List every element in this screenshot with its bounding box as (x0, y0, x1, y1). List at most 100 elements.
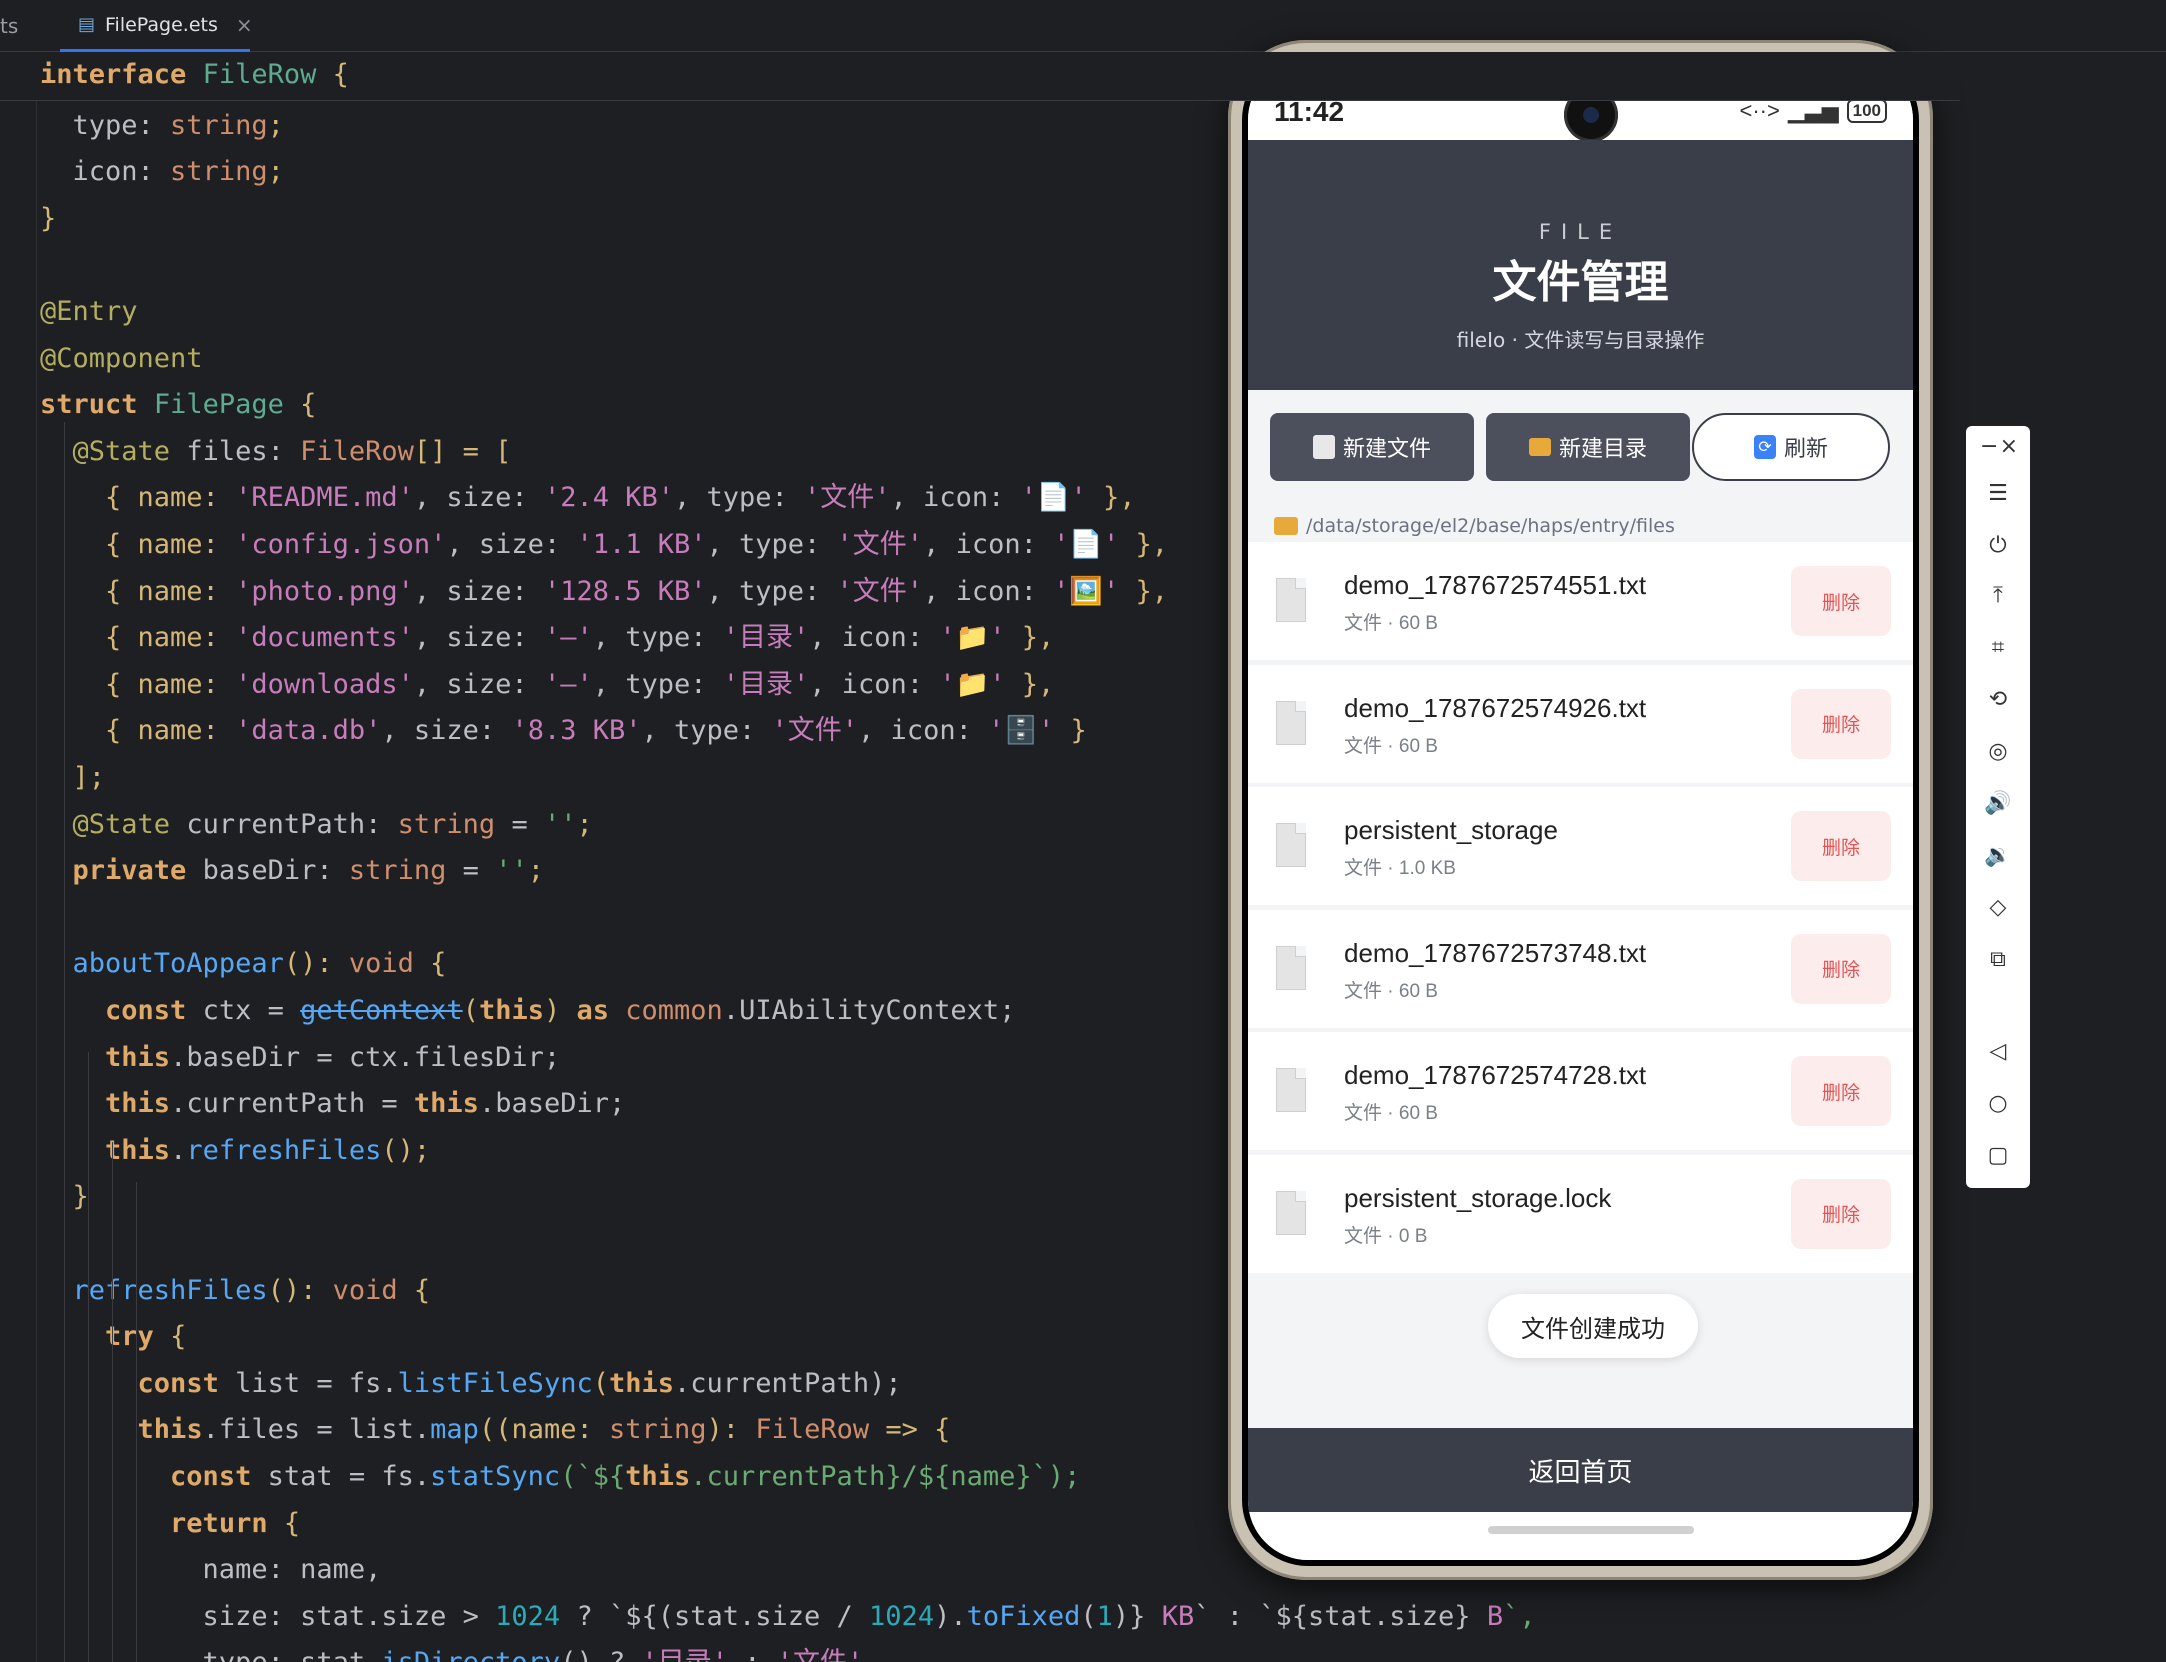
new-folder-button[interactable]: 新建目录 (1486, 413, 1690, 481)
home-indicator[interactable] (1488, 1526, 1694, 1534)
file-name: demo_1787672573748.txt (1344, 937, 1647, 968)
new-file-button[interactable]: 新建文件 (1270, 413, 1474, 481)
network-icon: <··> (1739, 98, 1780, 123)
power-icon[interactable]: ⏻ (1982, 530, 2014, 562)
current-path: /data/storage/el2/base/haps/entry/files (1274, 515, 1675, 537)
previous-tab-fragment[interactable]: ts (0, 14, 18, 38)
file-icon (1276, 1068, 1306, 1112)
action-bar: 新建文件 新建目录 ⟳ 刷新 (1248, 390, 1913, 496)
shake-icon[interactable]: ◇ (1982, 892, 2014, 924)
home-nav-icon[interactable]: ○ (1982, 1088, 2014, 1120)
file-meta: 文件 · 60 B (1344, 735, 1438, 757)
new-file-label: 新建文件 (1342, 437, 1431, 462)
code-line-21: this.baseDir = ctx.filesDir; (105, 1041, 561, 1073)
code-line-16: @State currentPath: string = ''; (72, 808, 593, 840)
file-name: demo_1787672574728.txt (1344, 1060, 1647, 1090)
delete-button[interactable]: 删除 (1791, 688, 1891, 759)
file-icon (1276, 823, 1306, 867)
file-name: persistent_storage.lock (1344, 1182, 1612, 1213)
file-icon (1276, 578, 1306, 622)
delete-button[interactable]: 删除 (1791, 933, 1891, 1004)
gesture-area (1248, 1512, 1913, 1560)
code-line-15: ]; (40, 762, 106, 793)
gutter-divider (36, 52, 37, 1662)
delete-button[interactable]: 删除 (1791, 566, 1891, 636)
file-icon (1276, 700, 1306, 745)
file-row[interactable]: persistent_storage.lock 文件 · 0 B 删除 (1248, 1154, 1913, 1273)
code-line-32: name: name, (40, 1554, 382, 1586)
delete-button[interactable]: 删除 (1791, 1178, 1891, 1249)
menu-icon[interactable]: ☰ (1982, 478, 2014, 510)
code-line-3: } (40, 202, 57, 234)
file-row[interactable]: demo_1787672574551.txt 文件 · 60 B 删除 (1248, 542, 1913, 660)
code-line-26: refreshFiles(): void { (72, 1274, 431, 1306)
volume-up-icon[interactable]: 🔊 (1982, 788, 2014, 820)
code-line-23: this.refreshFiles(); (105, 1134, 431, 1166)
back-nav-icon[interactable]: ◁ (1982, 1036, 2014, 1068)
file-row[interactable]: demo_1787672573748.txt 文件 · 60 B 删除 (1248, 909, 1913, 1028)
code-line-7: struct FilePage { (40, 389, 317, 421)
indent-guide (88, 1052, 89, 1662)
file-icon (1312, 435, 1335, 459)
code-line-6: @Component (40, 342, 203, 374)
rotate-icon[interactable]: ⟲ (1982, 684, 2014, 716)
code-line-8: @State files: FileRow[] = [ (72, 435, 512, 467)
file-row[interactable]: persistent_storage 文件 · 1.0 KB 删除 (1248, 787, 1913, 905)
close-icon[interactable]: × (2000, 434, 2018, 459)
code-line-19: aboutToAppear(): void { (72, 948, 447, 980)
screenshot-icon[interactable]: ⧉ (1982, 944, 2014, 976)
file-row[interactable]: demo_1787672574728.txt 文件 · 60 B 删除 (1248, 1032, 1913, 1150)
delete-button[interactable]: 删除 (1791, 1056, 1891, 1126)
code-line-1: type: string; (40, 109, 284, 141)
code-line-27: try { (105, 1321, 187, 1353)
volume-down-icon[interactable]: 🔉 (1982, 840, 2014, 872)
code-line-29: this.files = list.map((name: string): Fi… (137, 1414, 951, 1446)
tab-close-icon[interactable]: × (236, 13, 253, 37)
pin-top-icon[interactable]: ⤒ (1982, 580, 2014, 612)
ets-file-icon: ▤ (78, 13, 96, 35)
delete-button[interactable]: 删除 (1791, 811, 1891, 881)
code-line-31: return { (170, 1507, 301, 1539)
file-icon (1276, 945, 1306, 990)
file-name: demo_1787672574551.txt (1344, 570, 1647, 600)
code-line-33: size: stat.size > 1024 ? `${(stat.size /… (40, 1600, 1536, 1632)
refresh-icon: ⟳ (1753, 435, 1776, 459)
toolbar-window-controls: − × (1966, 434, 2030, 462)
code-line-9: { name: 'README.md', size: '2.4 KB', typ… (40, 482, 1136, 514)
code-line-17: private baseDir: string = ''; (72, 855, 544, 887)
signal-bars-icon: ▁▃▅ (1787, 98, 1839, 123)
code-line-sticky: interface FileRow { (40, 59, 349, 90)
open-folder-icon (1274, 517, 1298, 535)
file-name: persistent_storage (1344, 815, 1558, 845)
page-title: 文件管理 (1492, 257, 1669, 308)
new-folder-label: 新建目录 (1558, 437, 1647, 462)
tab-filepage[interactable]: ▤ FilePage.ets × (60, 0, 253, 52)
sticky-scroll-header[interactable]: interface FileRow { (0, 52, 1960, 101)
phone-screen: 11:42 <··> ▁▃▅ 100 FILE 文件管理 fileIo · 文件… (1242, 54, 1919, 1566)
folder-icon (1528, 438, 1551, 456)
code-line-34: type: stat.isDirectory() ? '目录' : '文件', (40, 1640, 880, 1662)
crop-icon[interactable]: ⌗ (1982, 632, 2014, 664)
phone-emulator: 11:42 <··> ▁▃▅ 100 FILE 文件管理 fileIo · 文件… (1228, 40, 1933, 1580)
file-row[interactable]: demo_1787672574926.txt 文件 · 60 B 删除 (1248, 664, 1913, 783)
current-path-text: /data/storage/el2/base/haps/entry/files (1306, 515, 1675, 537)
code-line-10: { name: 'config.json', size: '1.1 KB', t… (40, 529, 1169, 560)
code-line-20: const ctx = getContext(this) as common.U… (105, 995, 1016, 1026)
file-meta: 文件 · 60 B (1344, 613, 1438, 634)
emulator-toolbar: − × ☰ ⏻ ⤒ ⌗ ⟲ ◎ 🔊 🔉 ◇ ⧉ ◁ ○ ▢ (1966, 426, 2030, 1188)
code-line-2: icon: string; (40, 156, 284, 188)
back-home-button[interactable]: 返回首页 (1248, 1428, 1913, 1512)
battery-icon: 100 (1846, 99, 1887, 123)
refresh-button[interactable]: ⟳ 刷新 (1692, 413, 1890, 481)
indent-guide (64, 752, 65, 932)
file-icon (1276, 1190, 1306, 1235)
code-line-30: const stat = fs.statSync(`${this.current… (170, 1461, 1081, 1492)
recent-apps-icon[interactable]: ▢ (1982, 1140, 2014, 1172)
status-icons: <··> ▁▃▅ 100 (1739, 98, 1887, 124)
location-icon[interactable]: ◎ (1982, 736, 2014, 768)
header-eyebrow: FILE (1538, 220, 1623, 244)
code-line-22: this.currentPath = this.baseDir; (105, 1088, 626, 1120)
minimize-icon[interactable]: − (1980, 434, 1998, 459)
file-meta: 文件 · 0 B (1344, 1225, 1428, 1247)
indent-guide (64, 1012, 65, 1662)
